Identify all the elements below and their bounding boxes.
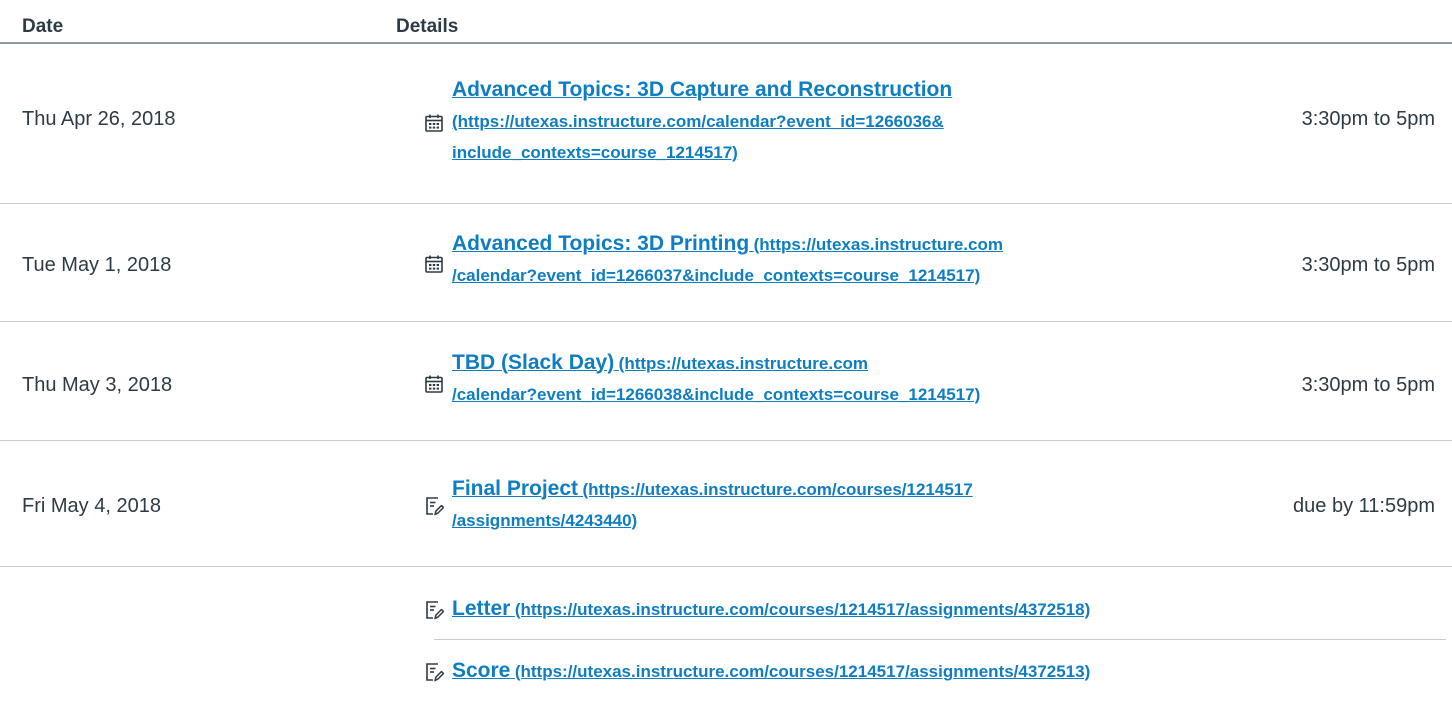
event-time: 3:30pm to 5pm [1301, 254, 1435, 276]
table-row: Tue May 1, 2018 Advanced Topics: 3D Prin… [0, 204, 1452, 322]
divider [434, 639, 1446, 640]
table-row: Thu May 3, 2018 TBD (Slack Day) (https:/… [0, 322, 1452, 441]
event-url-continued: /calendar?event_id=1266037&include_conte… [452, 266, 981, 285]
assignment-link[interactable]: Score (https://utexas.instructure.com/co… [452, 656, 1090, 688]
due-time: due by 11:59pm [1293, 495, 1435, 517]
assignment-icon [426, 663, 444, 682]
assignment-icon [426, 601, 444, 620]
event-time: 3:30pm to 5pm [1301, 374, 1435, 396]
calendar-icon [425, 114, 443, 132]
date-column-header: Date [22, 16, 64, 37]
event-url-continued: /calendar?event_id=1266038&include_conte… [452, 385, 981, 404]
assignment-url: (https://utexas.instructure.com/courses/… [514, 662, 1091, 681]
event-link[interactable]: TBD (Slack Day) (https://utexas.instruct… [452, 348, 980, 411]
assignment-url-continued: /assignments/4243440) [452, 511, 638, 530]
event-url: (https://utexas.instructure.com [618, 354, 869, 373]
table-row: Fri May 4, 2018 Final Project (https://u… [0, 441, 1452, 567]
event-date: Thu Apr 26, 2018 [22, 108, 176, 130]
event-time: 3:30pm to 5pm [1301, 108, 1435, 130]
event-url: (https://utexas.instructure.com [753, 235, 1003, 254]
table-header: Date Details [0, 0, 1452, 44]
details-column-header: Details [396, 16, 459, 37]
undated-assignments: Letter (https://utexas.instructure.com/c… [0, 567, 1452, 711]
event-link[interactable]: Advanced Topics: 3D Printing (https://ut… [452, 229, 1003, 292]
event-title: TBD (Slack Day) [452, 351, 615, 374]
assignment-url: (https://utexas.instructure.com/courses/… [582, 480, 973, 499]
event-date: Tue May 1, 2018 [22, 254, 172, 276]
assignment-title: Final Project [452, 477, 579, 500]
assignment-icon [426, 497, 444, 516]
event-date: Fri May 4, 2018 [22, 495, 161, 517]
event-url-continued: include_contexts=course_1214517) [452, 143, 738, 162]
table-row: Thu Apr 26, 2018 Advanced Topics: 3D Cap… [0, 44, 1452, 204]
assignment-url: (https://utexas.instructure.com/courses/… [514, 600, 1091, 619]
calendar-icon [425, 375, 443, 393]
assignment-link[interactable]: Letter (https://utexas.instructure.com/c… [452, 594, 1090, 626]
event-title: Advanced Topics: 3D Capture and Reconstr… [452, 78, 953, 101]
assignment-title: Score [452, 659, 511, 682]
event-link[interactable]: Advanced Topics: 3D Capture and Reconstr… [452, 75, 952, 169]
assignment-link[interactable]: Final Project (https://utexas.instructur… [452, 474, 973, 537]
calendar-icon [425, 255, 443, 273]
event-url: (https://utexas.instructure.com/calendar… [452, 112, 944, 131]
event-date: Thu May 3, 2018 [22, 374, 173, 396]
event-title: Advanced Topics: 3D Printing [452, 232, 750, 255]
assignment-title: Letter [452, 597, 511, 620]
